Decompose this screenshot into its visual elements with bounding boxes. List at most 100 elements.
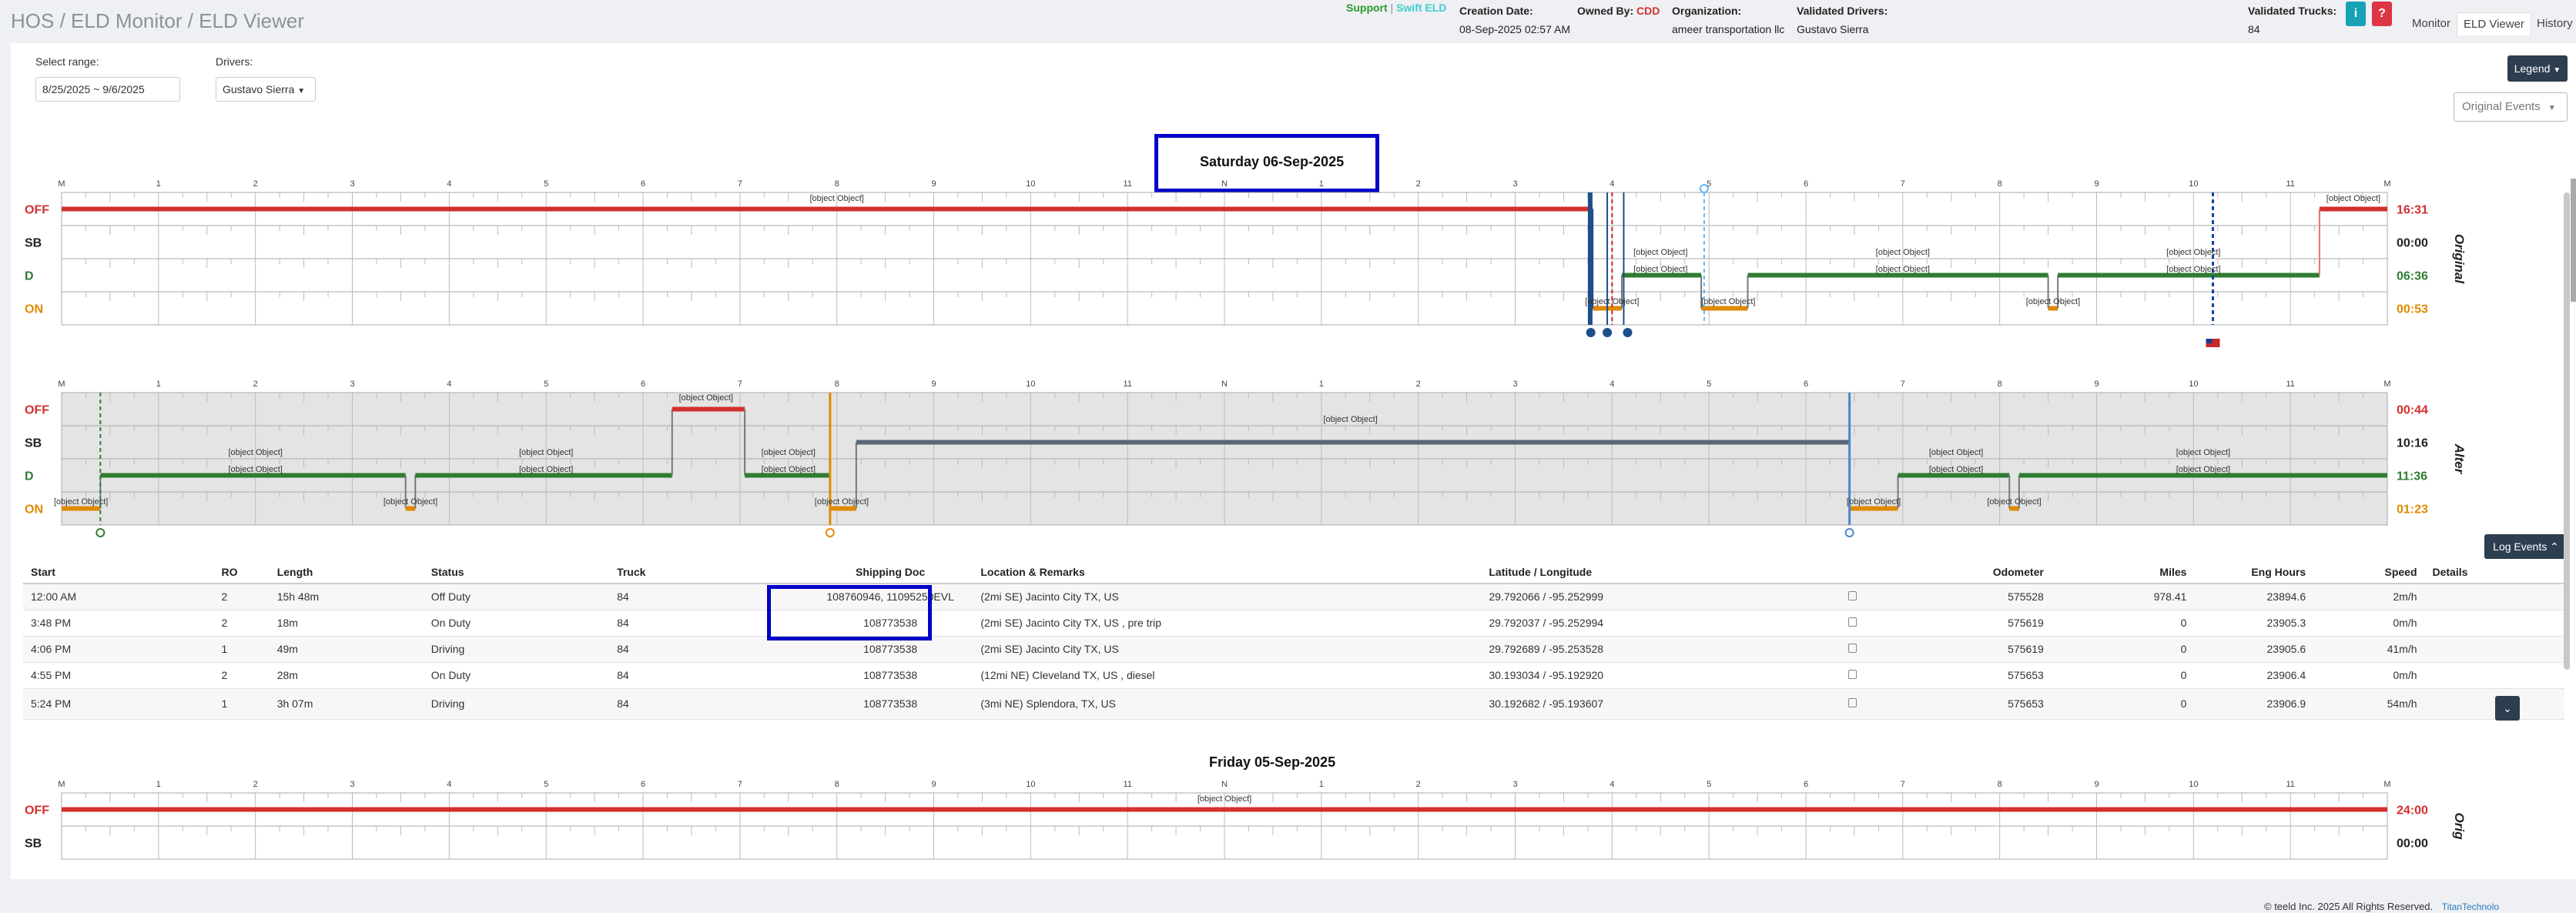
status-label-sb: SB xyxy=(25,838,42,851)
events-mode-select[interactable]: Original Events ▼ xyxy=(2454,92,2568,122)
hour-tick-label: M xyxy=(2383,780,2390,789)
segment-label: [object Object] xyxy=(1847,497,1901,507)
segment-label: [object Object] xyxy=(2166,248,2220,257)
shipping-doc-highlight xyxy=(767,585,932,640)
event-pin-icon xyxy=(1699,184,1709,193)
table-scrollbar[interactable] xyxy=(2564,192,2570,670)
owned-by-value: CDD xyxy=(1636,5,1660,17)
range-label: Select range: xyxy=(35,55,99,68)
hour-tick-label: 9 xyxy=(931,780,936,789)
hour-tick-label: 1 xyxy=(1319,179,1324,189)
hour-tick-label: 2 xyxy=(253,380,258,389)
segment-label: [object Object] xyxy=(384,497,437,507)
copy-icon[interactable] xyxy=(1847,591,1857,601)
hour-tick-label: 11 xyxy=(2286,780,2294,789)
hour-tick-label: 9 xyxy=(2094,179,2099,189)
log-events-button[interactable]: Log Events ⌃ xyxy=(2484,534,2568,559)
cell-length: 28m xyxy=(269,662,424,689)
hour-tick-label: 1 xyxy=(1319,380,1324,389)
hour-tick-label: 4 xyxy=(1610,780,1614,789)
hour-tick-label: 4 xyxy=(447,179,451,189)
hour-tick-label: 5 xyxy=(544,780,548,789)
hour-tick-label: 10 xyxy=(2189,380,2198,389)
cell-ro: 2 xyxy=(213,662,270,689)
hour-tick-label: 10 xyxy=(1026,780,1035,789)
cell-speed: 0m/h xyxy=(2313,662,2425,689)
table-row[interactable]: 5:24 PM 1 3h 07m Driving 84 108773538 (3mi NE)… xyxy=(23,688,2564,720)
hour-tick-label: 4 xyxy=(1610,179,1614,189)
support-link[interactable]: Support xyxy=(1346,2,1388,14)
cell-location: (12mi NE) Cleveland TX, US , diesel xyxy=(973,662,1482,689)
cell-latlon: 30.193034 / -95.192920 xyxy=(1481,662,1841,689)
hour-tick-label: 1 xyxy=(156,179,161,189)
table-row[interactable]: 4:06 PM 1 49m Driving 84 108773538 (2mi SE) Ja… xyxy=(23,636,2564,663)
creation-date-block: Creation Date: 08-Sep-2025 02:57 AM xyxy=(1459,5,1570,35)
driver-select[interactable]: Gustavo Sierra ▼ xyxy=(216,77,316,102)
copy-icon[interactable] xyxy=(1847,670,1857,679)
cell-doc: 108773538 xyxy=(807,688,973,720)
altered-hos-graph: M 1 2 3 4 5 6 7 8 9 10 11 N 1 2 3 4 5 6 7 8 9 10 11 M OFF 00:44 SB 1… xyxy=(25,380,2467,537)
help-button[interactable]: ? xyxy=(2372,2,2392,26)
segment-label: [object Object] xyxy=(519,448,573,457)
hour-tick-label: 8 xyxy=(835,780,839,789)
date-range-input[interactable]: 8/25/2025 ~ 9/6/2025 xyxy=(35,77,180,102)
us-flag-icon xyxy=(2206,339,2213,343)
segment-label: [object Object] xyxy=(229,465,283,474)
validated-drivers-block: Validated Drivers: Gustavo Sierra xyxy=(1797,5,1888,35)
hour-tick-label: 7 xyxy=(738,380,742,389)
hour-tick-label: 10 xyxy=(1026,179,1035,189)
segment-label: [object Object] xyxy=(2326,194,2380,203)
copy-icon[interactable] xyxy=(1847,617,1857,627)
status-total: 24:00 xyxy=(2397,804,2428,818)
hour-tick-label: 1 xyxy=(1319,780,1324,789)
swift-eld-link[interactable]: Swift ELD xyxy=(1396,2,1446,14)
day2-hos-graph: M 1 2 3 4 5 6 7 8 9 10 11 N 1 2 3 4 5 6 7 8 9 10 11 M OFF 24:00 SB 0… xyxy=(25,780,2467,860)
segment-label: [object Object] xyxy=(2026,297,2080,306)
hour-tick-label: N xyxy=(1221,780,1228,789)
tab-history[interactable]: History xyxy=(2531,12,2576,35)
cell-length: 49m xyxy=(269,636,424,663)
hour-tick-label: 8 xyxy=(835,380,839,389)
graph-side-label: Alter xyxy=(2452,443,2467,475)
cell-ro: 1 xyxy=(213,688,270,720)
hour-tick-label: 2 xyxy=(1416,780,1421,789)
graph-side-label: Original xyxy=(2452,234,2467,285)
tab-monitor[interactable]: Monitor xyxy=(2406,12,2457,35)
segment-label: [object Object] xyxy=(54,497,108,507)
page-scrollbar-thumb[interactable] xyxy=(2571,179,2576,302)
segment-label: [object Object] xyxy=(679,393,733,403)
hour-tick-label: 2 xyxy=(253,179,258,189)
table-row[interactable]: 4:55 PM 2 28m On Duty 84 108773538 (12mi NE) C… xyxy=(23,662,2564,689)
status-label-off: OFF xyxy=(25,404,49,417)
status-total: 00:53 xyxy=(2397,303,2428,316)
hour-tick-label: 6 xyxy=(1804,780,1808,789)
organization-block: Organization: ameer transportation llc xyxy=(1672,5,1785,35)
table-row[interactable]: 3:48 PM 2 18m On Duty 84 108773538 (2mi SE) Ja… xyxy=(23,610,2564,637)
hour-tick-label: 8 xyxy=(1998,780,2002,789)
copy-icon[interactable] xyxy=(1847,644,1857,653)
cell-miles: 0 xyxy=(2051,662,2195,689)
expand-details-button[interactable]: ⌄ xyxy=(2495,696,2520,721)
cell-ro: 2 xyxy=(213,584,270,610)
hour-tick-label: 4 xyxy=(1610,380,1614,389)
copy-icon[interactable] xyxy=(1847,698,1857,707)
hour-tick-label: N xyxy=(1221,380,1228,389)
hour-tick-label: 8 xyxy=(1998,380,2002,389)
cell-odometer: 575619 xyxy=(1959,636,2052,663)
status-label-sb: SB xyxy=(25,437,42,450)
event-pin-icon xyxy=(1844,528,1854,537)
cell-eng: 23906.4 xyxy=(2194,662,2314,689)
info-button[interactable]: i xyxy=(2346,2,2366,26)
brand-logo: TitanTechnolo xyxy=(2441,901,2500,912)
segment-label: [object Object] xyxy=(2176,448,2230,457)
cell-status: Driving xyxy=(423,688,610,720)
legend-button[interactable]: Legend ▼ xyxy=(2507,55,2568,82)
hour-tick-label: 5 xyxy=(544,380,548,389)
hour-tick-label: 6 xyxy=(1804,179,1808,189)
validated-trucks-block: Validated Trucks: 84 xyxy=(2248,5,2337,35)
tab-eld-viewer[interactable]: ELD Viewer xyxy=(2457,12,2531,35)
hour-tick-label: 5 xyxy=(1707,380,1711,389)
events-table: Start RO Length Status Truck Shipping Do… xyxy=(23,560,2564,720)
hour-tick-label: 9 xyxy=(2094,780,2099,789)
table-row[interactable]: 12:00 AM 2 15h 48m Off Duty 84 108760946, 110… xyxy=(23,584,2564,610)
